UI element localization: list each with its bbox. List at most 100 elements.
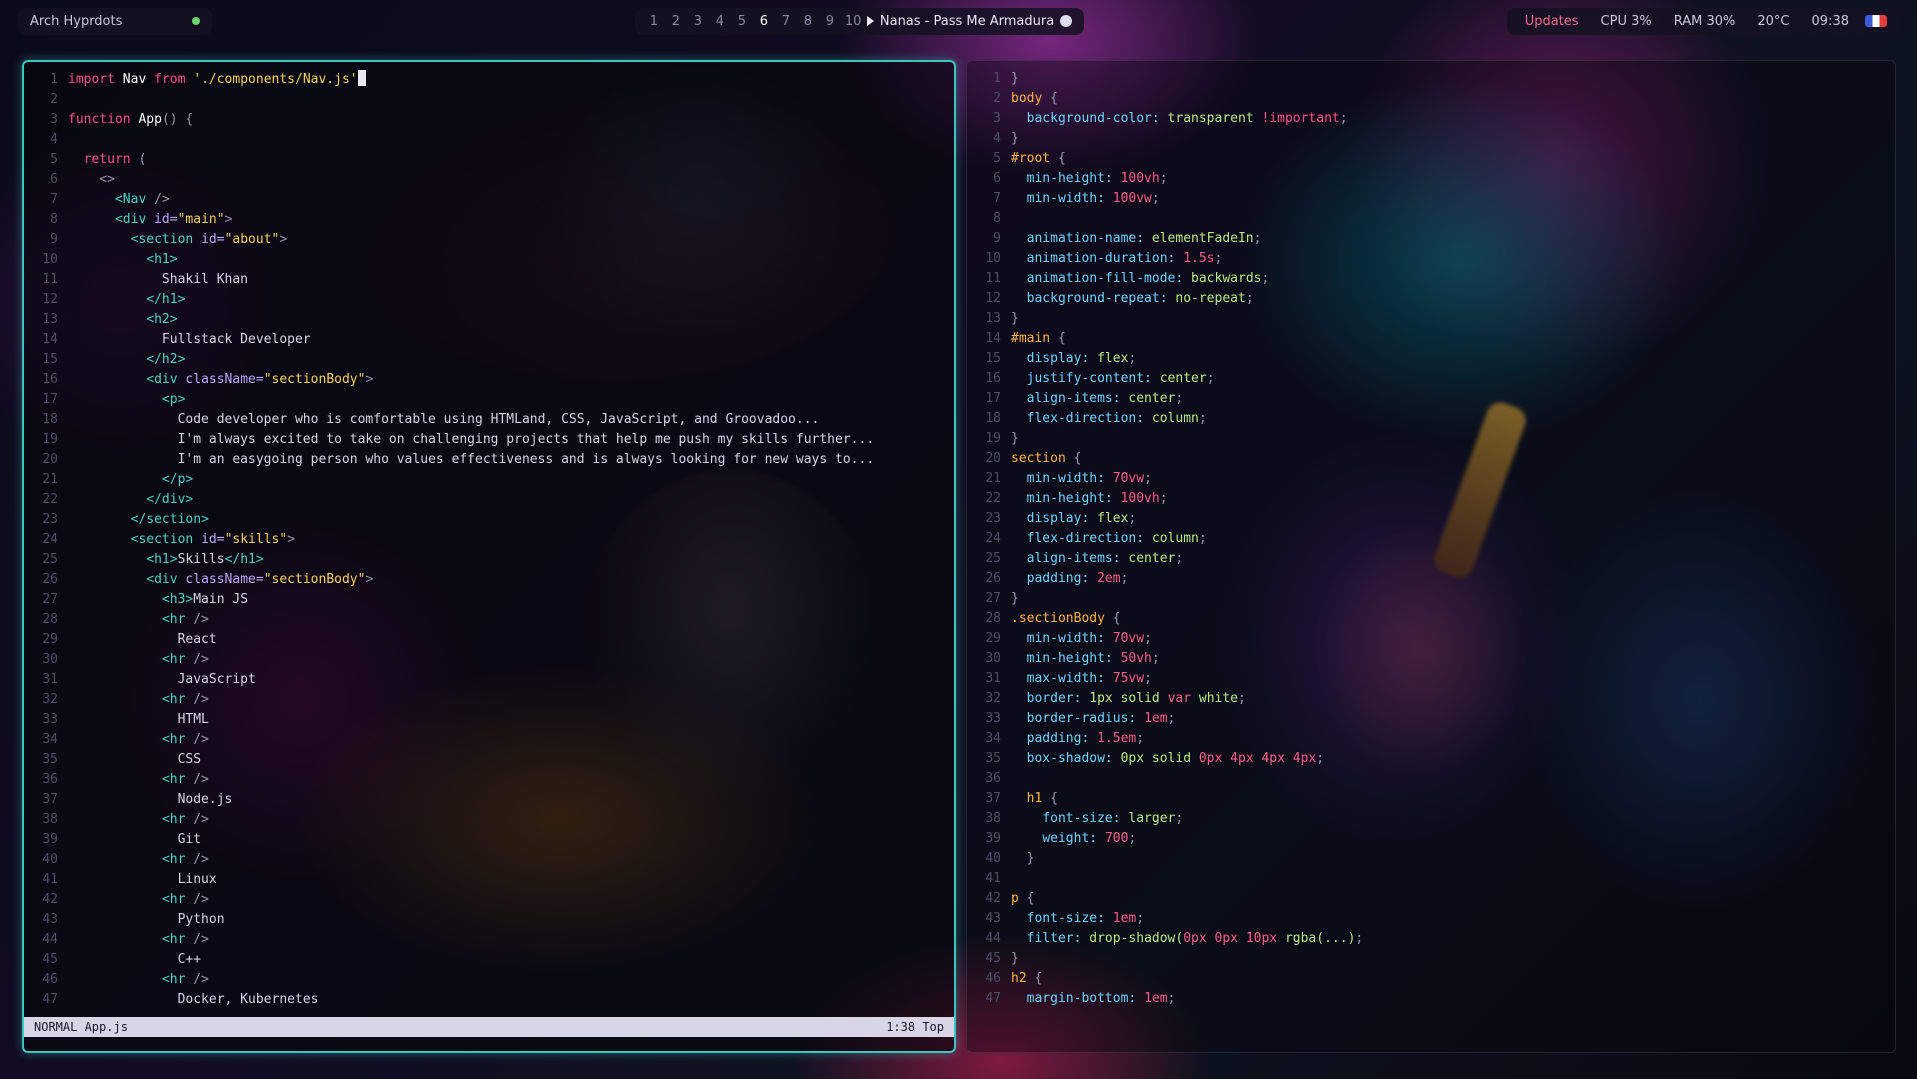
code-line[interactable]: 10 <h1> (24, 250, 954, 270)
ram-indicator[interactable]: RAM 30% (1668, 14, 1742, 29)
code-line[interactable]: 30 <hr /> (24, 650, 954, 670)
code-line[interactable]: 20 I'm an easygoing person who values ef… (24, 450, 954, 470)
code-line[interactable]: 29 min-width: 70vw; (967, 629, 1895, 649)
code-line[interactable]: 28 <hr /> (24, 610, 954, 630)
code-line[interactable]: 47 Docker, Kubernetes (24, 990, 954, 1010)
code-line[interactable]: 33 border-radius: 1em; (967, 709, 1895, 729)
code-line[interactable]: 44 <hr /> (24, 930, 954, 950)
media-player[interactable]: Nanas - Pass Me Armadura (866, 14, 1073, 29)
code-line[interactable]: 43 Python (24, 910, 954, 930)
code-line[interactable]: 6 <> (24, 170, 954, 190)
code-line[interactable]: 5 #root { (967, 149, 1895, 169)
code-area-left[interactable]: 1 import Nav from './components/Nav.js' 2 3… (24, 62, 954, 1010)
editor-window-left[interactable]: 1 import Nav from './components/Nav.js' 2 3… (22, 60, 956, 1053)
code-line[interactable]: 35 box-shadow: 0px solid 0px 4px 4px 4px… (967, 749, 1895, 769)
updates-indicator[interactable]: Updates (1519, 14, 1585, 29)
code-line[interactable]: 32 border: 1px solid var white; (967, 689, 1895, 709)
code-line[interactable]: 32 <hr /> (24, 690, 954, 710)
code-line[interactable]: 11 Shakil Khan (24, 270, 954, 290)
temperature-indicator[interactable]: 20°C (1751, 14, 1795, 29)
code-line[interactable]: 8 (967, 209, 1895, 229)
code-line[interactable]: 15 display: flex; (967, 349, 1895, 369)
code-line[interactable]: 8 <div id="main"> (24, 210, 954, 230)
workspace-10[interactable]: 10 (845, 14, 862, 29)
code-line[interactable]: 27 <h3>Main JS (24, 590, 954, 610)
workspace-2[interactable]: 2 (669, 14, 683, 29)
code-line[interactable]: 4} (967, 129, 1895, 149)
code-line[interactable]: 27} (967, 589, 1895, 609)
workspace-8[interactable]: 8 (801, 14, 815, 29)
code-line[interactable]: 1 import Nav from './components/Nav.js' (24, 70, 954, 90)
code-line[interactable]: 10 animation-duration: 1.5s; (967, 249, 1895, 269)
workspace-9[interactable]: 9 (823, 14, 837, 29)
code-line[interactable]: 39 weight: 700; (967, 829, 1895, 849)
code-line[interactable]: 1} (967, 69, 1895, 89)
code-line[interactable]: 14 #main { (967, 329, 1895, 349)
code-line[interactable]: 41 (967, 869, 1895, 889)
keyboard-layout-flag-icon[interactable] (1864, 15, 1887, 27)
code-line[interactable]: 42 <hr /> (24, 890, 954, 910)
code-line[interactable]: 19} (967, 429, 1895, 449)
workspace-4[interactable]: 4 (713, 14, 727, 29)
code-line[interactable]: 42 p { (967, 889, 1895, 909)
code-line[interactable]: 21 </p> (24, 470, 954, 490)
code-line[interactable]: 31 JavaScript (24, 670, 954, 690)
code-line[interactable]: 16 <div className="sectionBody"> (24, 370, 954, 390)
code-line[interactable]: 18 flex-direction: column; (967, 409, 1895, 429)
editor-window-right[interactable]: 1} 2 body {3 background-color: transparent… (966, 60, 1896, 1053)
code-line[interactable]: 11 animation-fill-mode: backwards; (967, 269, 1895, 289)
code-line[interactable]: 37 h1 { (967, 789, 1895, 809)
code-line[interactable]: 6 min-height: 100vh; (967, 169, 1895, 189)
code-line[interactable]: 30 min-height: 50vh; (967, 649, 1895, 669)
code-line[interactable]: 36 (967, 769, 1895, 789)
code-line[interactable]: 44 filter: drop-shadow(0px 0px 10px rgba… (967, 929, 1895, 949)
code-line[interactable]: 26 padding: 2em; (967, 569, 1895, 589)
code-line[interactable]: 12 background-repeat: no-repeat; (967, 289, 1895, 309)
code-line[interactable]: 3 function App() { (24, 110, 954, 130)
clock[interactable]: 09:38 (1806, 14, 1855, 29)
code-line[interactable]: 12 </h1> (24, 290, 954, 310)
workspace-3[interactable]: 3 (691, 14, 705, 29)
code-line[interactable]: 5 return ( (24, 150, 954, 170)
workspace-1[interactable]: 1 (647, 14, 661, 29)
code-line[interactable]: 37 Node.js (24, 790, 954, 810)
workspace-6[interactable]: 6 (757, 14, 771, 29)
code-line[interactable]: 7 <Nav /> (24, 190, 954, 210)
code-line[interactable]: 15 </h2> (24, 350, 954, 370)
code-line[interactable]: 28 .sectionBody { (967, 609, 1895, 629)
code-line[interactable]: 22 </div> (24, 490, 954, 510)
code-line[interactable]: 39 Git (24, 830, 954, 850)
code-line[interactable]: 34 padding: 1.5em; (967, 729, 1895, 749)
code-line[interactable]: 18 Code developer who is comfortable usi… (24, 410, 954, 430)
code-line[interactable]: 4 (24, 130, 954, 150)
workspace-5[interactable]: 5 (735, 14, 749, 29)
code-line[interactable]: 9 <section id="about"> (24, 230, 954, 250)
code-line[interactable]: 25 <h1>Skills</h1> (24, 550, 954, 570)
code-line[interactable]: 45 C++ (24, 950, 954, 970)
code-line[interactable]: 2 (24, 90, 954, 110)
code-line[interactable]: 13} (967, 309, 1895, 329)
code-line[interactable]: 33 HTML (24, 710, 954, 730)
code-line[interactable]: 25 align-items: center; (967, 549, 1895, 569)
code-line[interactable]: 29 React (24, 630, 954, 650)
code-line[interactable]: 38 font-size: larger; (967, 809, 1895, 829)
code-line[interactable]: 35 CSS (24, 750, 954, 770)
code-line[interactable]: 3 background-color: transparent !importa… (967, 109, 1895, 129)
code-area-right[interactable]: 1} 2 body {3 background-color: transparent… (967, 61, 1895, 1009)
code-line[interactable]: 14 Fullstack Developer (24, 330, 954, 350)
code-line[interactable]: 17 align-items: center; (967, 389, 1895, 409)
code-line[interactable]: 34 <hr /> (24, 730, 954, 750)
code-line[interactable]: 24 <section id="skills"> (24, 530, 954, 550)
code-line[interactable]: 36 <hr /> (24, 770, 954, 790)
code-line[interactable]: 21 min-width: 70vw; (967, 469, 1895, 489)
code-line[interactable]: 16 justify-content: center; (967, 369, 1895, 389)
code-line[interactable]: 46 <hr /> (24, 970, 954, 990)
play-icon[interactable] (866, 16, 874, 26)
code-line[interactable]: 41 Linux (24, 870, 954, 890)
workspace-7[interactable]: 7 (779, 14, 793, 29)
code-line[interactable]: 43 font-size: 1em; (967, 909, 1895, 929)
code-line[interactable]: 17 <p> (24, 390, 954, 410)
launcher-pill[interactable]: Arch Hyprdots (18, 7, 213, 35)
code-line[interactable]: 38 <hr /> (24, 810, 954, 830)
code-line[interactable]: 47 margin-bottom: 1em; (967, 989, 1895, 1009)
